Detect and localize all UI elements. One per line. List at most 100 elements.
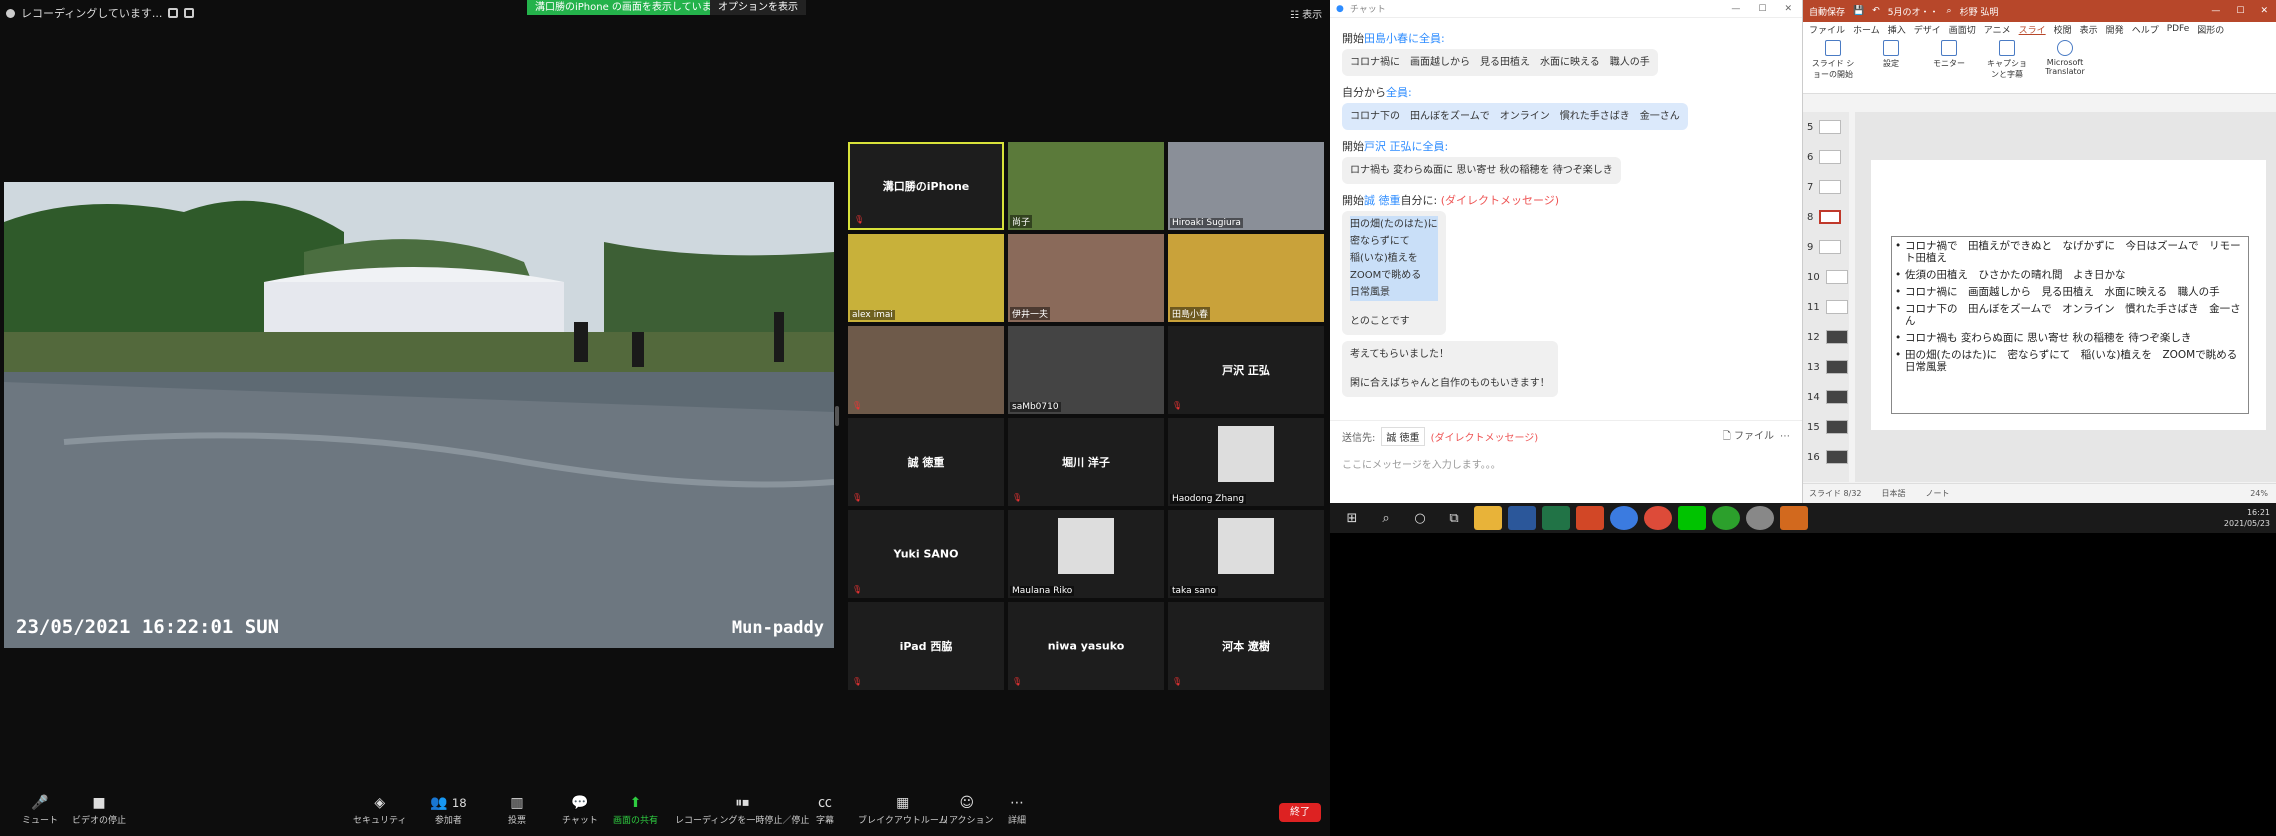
share-screen-button[interactable]: ⬆ 画面の共有 [613, 796, 658, 826]
word-icon[interactable] [1508, 506, 1536, 530]
slide-thumbnail[interactable]: 14 [1807, 390, 1848, 404]
participant-tile[interactable]: saMb0710 [1008, 326, 1164, 414]
start-slideshow-button[interactable]: スライド ショーの開始 [1811, 40, 1855, 89]
slide-thumbnail[interactable]: 11 [1807, 300, 1848, 314]
ribbon-tab[interactable]: 表示 [2080, 23, 2098, 36]
slide-thumbnail[interactable]: 10 [1807, 270, 1848, 284]
close-icon[interactable]: ✕ [1784, 4, 1792, 14]
participant-tile[interactable]: 溝口勝のiPhone 🎙 [848, 142, 1004, 230]
captions-button[interactable]: キャプションと字幕 [1985, 40, 2029, 89]
ribbon-tab[interactable]: アニメ [1984, 23, 2011, 36]
ribbon-tab[interactable]: 校閲 [2054, 23, 2072, 36]
search-icon[interactable]: ⌕ [1947, 6, 1952, 16]
close-icon[interactable]: ✕ [2260, 6, 2268, 16]
stop-video-button[interactable]: ■ ビデオの停止 [72, 796, 126, 826]
participant-tile[interactable]: 田島小春 [1168, 234, 1324, 322]
slide-thumbnail[interactable]: 5 [1807, 120, 1842, 134]
participant-tile[interactable]: Hiroaki Sugiura [1168, 142, 1324, 230]
zoom-level[interactable]: 24% [2250, 489, 2276, 498]
participant-tile[interactable]: 戸沢 正弘 🎙 [1168, 326, 1324, 414]
file-explorer-icon[interactable] [1474, 506, 1502, 530]
system-clock[interactable]: 16:21 2021/05/23 [2224, 507, 2276, 529]
notes-button[interactable]: ノート [1926, 488, 1950, 499]
participant-tile[interactable]: niwa yasuko 🎙 [1008, 602, 1164, 690]
ribbon-tab[interactable]: 画面切 [1949, 23, 1976, 36]
participant-tile[interactable]: 誠 徳重 🎙 [848, 418, 1004, 506]
participant-tile[interactable]: iPad 西脇 🎙 [848, 602, 1004, 690]
recipient-select[interactable]: 誠 徳重 [1381, 427, 1425, 446]
more-button[interactable]: ⋯ 詳細 [1008, 796, 1026, 826]
task-view-icon[interactable]: ⧉ [1440, 506, 1468, 530]
monitor-button[interactable]: モニター [1927, 40, 1971, 89]
cortana-icon[interactable]: ○ [1406, 506, 1434, 530]
slide-thumbnail[interactable]: 16 [1807, 450, 1848, 464]
chat-button[interactable]: 💬 チャット [562, 796, 598, 826]
ribbon-tab[interactable]: ホーム [1853, 23, 1880, 36]
captions-button[interactable]: ㏄字幕 [816, 796, 834, 826]
zoom-icon[interactable] [1780, 506, 1808, 530]
slide-thumbnail[interactable]: 6 [1807, 150, 1842, 164]
reactions-button[interactable]: ☺ リアクション [940, 796, 994, 826]
chrome-icon[interactable] [1644, 506, 1672, 530]
app-icon[interactable] [1746, 506, 1774, 530]
excel-icon[interactable] [1542, 506, 1570, 530]
participant-tile[interactable]: Yuki SANO 🎙 [848, 510, 1004, 598]
mute-button[interactable]: 🎤 ミュート [22, 796, 58, 826]
participant-tile[interactable]: 河本 遼樹 🎙 [1168, 602, 1324, 690]
recording-button[interactable]: ⏸⏹ レコーディングを一時停止／停止 [675, 796, 809, 826]
save-icon[interactable]: 💾 [1853, 6, 1864, 16]
current-slide[interactable]: コロナ禍で 田植えができぬと なげかずに 今日はズームで リモート田植え佐須の田… [1871, 160, 2266, 430]
share-options-button[interactable]: オプションを表示 [710, 0, 806, 15]
participant-tile[interactable]: Haodong Zhang [1168, 418, 1324, 506]
maximize-icon[interactable]: ☐ [2236, 6, 2244, 16]
participant-tile[interactable]: 堀川 洋子 🎙 [1008, 418, 1164, 506]
ribbon-tab[interactable]: ヘルプ [2132, 23, 2159, 36]
view-button[interactable]: ☷ 表示 [1290, 6, 1322, 21]
security-button[interactable]: ◈ セキュリティ [353, 796, 406, 826]
maximize-icon[interactable]: ☐ [1758, 4, 1766, 14]
ribbon-tab[interactable]: 図形の [2197, 23, 2224, 36]
slide-thumbnail[interactable]: 15 [1807, 420, 1848, 434]
participant-tile[interactable]: 🎙 [848, 326, 1004, 414]
slide-preview [1819, 210, 1842, 224]
ribbon-tab[interactable]: スライ [2019, 23, 2046, 36]
file-button[interactable]: 🗋 ファイル [1723, 427, 1774, 446]
participant-tile[interactable]: Maulana Riko [1008, 510, 1164, 598]
undo-icon[interactable]: ↶ [1872, 6, 1880, 16]
slide-number: 14 [1807, 391, 1820, 403]
stop-recording-icon[interactable] [184, 8, 195, 18]
autosave-label[interactable]: 自動保存 [1809, 5, 1845, 18]
ribbon-tab[interactable]: 開発 [2106, 23, 2124, 36]
message-input[interactable]: ここにメッセージを入力します。。。 [1342, 456, 1790, 471]
powerpoint-icon[interactable] [1576, 506, 1604, 530]
app-icon[interactable] [1712, 506, 1740, 530]
participants-button[interactable]: 👥 18 参加者 [430, 796, 467, 826]
participant-tile[interactable]: alex imai [848, 234, 1004, 322]
pause-recording-icon[interactable] [168, 8, 179, 18]
participant-tile[interactable]: 尚子 [1008, 142, 1164, 230]
ribbon-tab[interactable]: デザイ [1914, 23, 1941, 36]
translator-button[interactable]: Microsoft Translator [2043, 40, 2087, 89]
ribbon-tab[interactable]: ファイル [1809, 23, 1845, 36]
slide-thumbnail[interactable]: 8 [1807, 210, 1842, 224]
line-icon[interactable] [1678, 506, 1706, 530]
breakout-button[interactable]: ▦ ブレイクアウトルーム [858, 796, 948, 826]
search-icon[interactable]: ⌕ [1372, 506, 1400, 530]
slide-thumbnail[interactable]: 7 [1807, 180, 1842, 194]
slide-thumbnail[interactable]: 9 [1807, 240, 1842, 254]
split-resize-handle[interactable] [835, 406, 839, 426]
minimize-icon[interactable]: — [1731, 4, 1740, 14]
slide-thumbnail[interactable]: 13 [1807, 360, 1848, 374]
ribbon-tab[interactable]: PDFe [2167, 24, 2190, 34]
setup-button[interactable]: 設定 [1869, 40, 1913, 89]
participant-tile[interactable]: taka sano [1168, 510, 1324, 598]
end-meeting-button[interactable]: 終了 [1279, 803, 1321, 822]
participant-tile[interactable]: 伊井一夫 [1008, 234, 1164, 322]
more-options-icon[interactable]: ⋯ [1780, 431, 1790, 442]
slide-thumbnail[interactable]: 12 [1807, 330, 1848, 344]
windows-start-icon[interactable]: ⊞ [1338, 506, 1366, 530]
poll-button[interactable]: ▥ 投票 [508, 796, 526, 826]
ribbon-tab[interactable]: 挿入 [1888, 23, 1906, 36]
app-icon[interactable] [1610, 506, 1638, 530]
minimize-icon[interactable]: — [2211, 6, 2220, 16]
